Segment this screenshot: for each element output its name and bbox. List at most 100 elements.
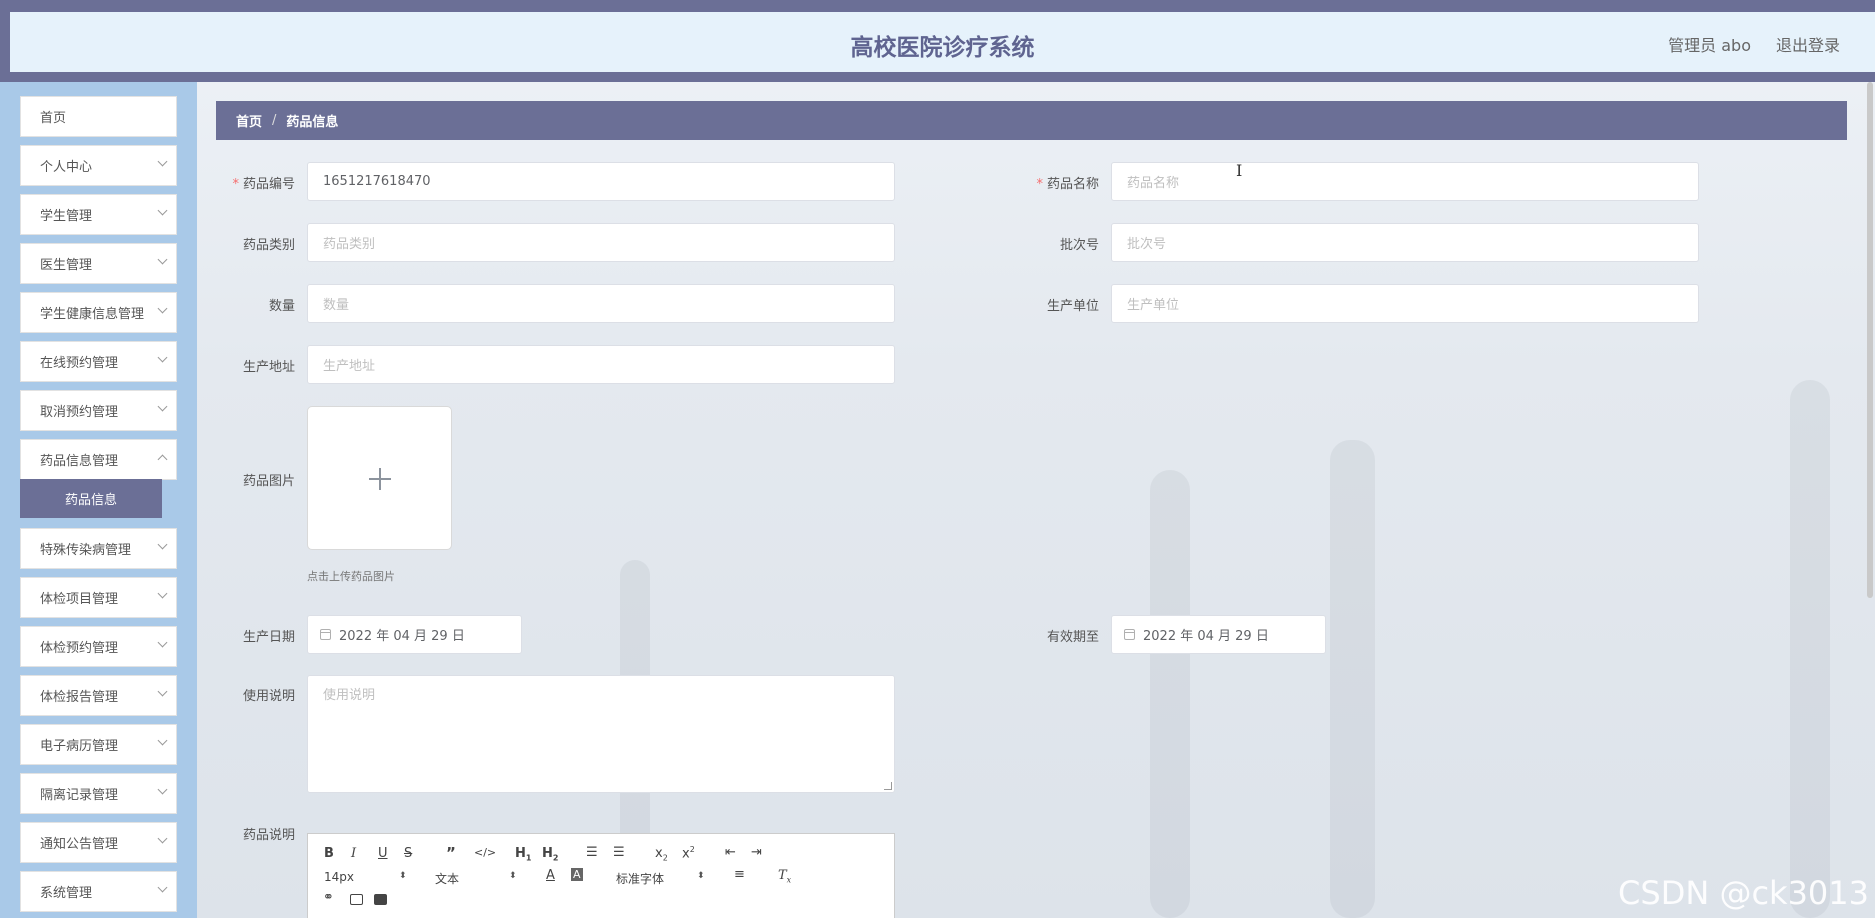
sidebar-item-personal-center[interactable]: 个人中心 [20,145,177,186]
strikethrough-icon[interactable]: S [404,846,412,861]
underline-icon[interactable]: U [378,846,388,861]
expiry-date-picker[interactable]: 2022 年 04 月 29 日 [1111,615,1326,654]
plus-icon [379,468,381,490]
bold-icon[interactable]: B [324,846,334,861]
chevron-down-icon [157,686,168,697]
sidebar-item-label: 体检报告管理 [40,690,119,705]
batch-number-input[interactable]: 批次号 [1111,223,1699,262]
required-mark: * [1036,177,1043,192]
background-color-icon[interactable]: A [571,868,583,881]
drug-category-input[interactable]: 药品类别 [307,223,895,262]
sidebar-item-label: 取消预约管理 [40,405,119,420]
superscript-icon[interactable]: x2 [682,845,695,861]
drug-code-input[interactable]: 1651217618470 [307,162,895,201]
calendar-icon [1124,629,1135,640]
admin-label: 管理员 abo [1668,36,1751,55]
breadcrumb-current: 药品信息 [286,115,339,130]
breadcrumb-home[interactable]: 首页 [236,111,262,130]
indent-icon[interactable]: ⇥ [751,845,762,860]
logout-link[interactable]: 退出登录 [1776,32,1840,56]
calendar-icon [320,629,331,640]
font-family-select[interactable]: 标准字体 [616,870,664,887]
address-input[interactable]: 生产地址 [307,345,895,384]
sidebar-item-label: 学生健康信息管理 [40,307,145,322]
chevron-down-icon [157,205,168,216]
clear-format-icon[interactable]: Tx [778,868,791,885]
sidebar-item-isolation[interactable]: 隔离记录管理 [20,773,177,814]
chevron-down-icon [157,303,168,314]
sidebar-item-label: 隔离记录管理 [40,788,119,803]
sidebar-item-exam-items[interactable]: 体检项目管理 [20,577,177,618]
background-pole [1150,470,1190,918]
ordered-list-icon[interactable]: ☰ [586,845,598,860]
sidebar-item-medical-records[interactable]: 电子病历管理 [20,724,177,765]
upload-tip: 点击上传药品图片 [307,570,395,583]
usage-textarea[interactable]: 使用说明 [307,675,895,793]
sidebar-item-label: 首页 [40,111,67,126]
sidebar-item-label: 体检项目管理 [40,592,119,607]
sidebar-item-label: 电子病历管理 [40,739,119,754]
select-arrow-icon: ⬍ [697,871,705,881]
background-pole [1790,380,1830,918]
sidebar-item-system[interactable]: 系统管理 [20,871,177,912]
sidebar-item-cancel-booking[interactable]: 取消预约管理 [20,390,177,431]
text-cursor-icon: I [1236,161,1243,180]
sidebar-item-infectious-disease[interactable]: 特殊传染病管理 [20,528,177,569]
subscript-icon[interactable]: x2 [655,846,668,863]
sidebar-item-student-health[interactable]: 学生健康信息管理 [20,292,177,333]
drug-name-label-text: 药品名称 [1046,177,1099,192]
sidebar-item-drug-info[interactable]: 药品信息管理 [20,439,177,480]
video-icon[interactable] [374,894,387,905]
quantity-input[interactable]: 数量 [307,284,895,323]
select-arrow-icon: ⬍ [509,871,517,881]
sidebar-item-doctors[interactable]: 医生管理 [20,243,177,284]
code-block-icon[interactable]: </> [474,846,496,859]
resize-handle-icon[interactable] [884,782,892,790]
sidebar-item-online-booking[interactable]: 在线预约管理 [20,341,177,382]
sidebar: 首页 个人中心 学生管理 医生管理 学生健康信息管理 在线预约管理 取消预约管理… [0,82,197,918]
select-arrow-icon: ⬍ [399,871,407,881]
drug-code-label-text: 药品编号 [242,177,295,192]
breadcrumb-separator: / [272,113,277,128]
block-format-select[interactable]: 文本 [435,870,459,887]
page-scrollbar[interactable] [1867,82,1873,598]
font-size-select[interactable]: 14px [324,870,354,884]
sidebar-item-home[interactable]: 首页 [20,96,177,137]
font-color-icon[interactable]: A [546,868,555,883]
sidebar-item-label: 体检预约管理 [40,641,119,656]
sidebar-item-exam-report[interactable]: 体检报告管理 [20,675,177,716]
drug-code-label: * 药品编号 [175,173,295,192]
heading-1-icon[interactable]: H1 [515,846,531,863]
drug-image-label: 药品图片 [242,474,295,489]
chevron-down-icon [157,637,168,648]
chevron-down-icon [157,539,168,550]
image-icon[interactable] [350,894,363,905]
sidebar-item-students[interactable]: 学生管理 [20,194,177,235]
link-icon[interactable]: ⚭ [323,890,334,905]
address-label: 生产地址 [242,360,295,375]
bullet-list-icon[interactable]: ☰ [613,845,625,860]
background-pole [1330,440,1375,918]
blockquote-icon[interactable]: ” [446,844,456,862]
production-date-picker[interactable]: 2022 年 04 月 29 日 [307,615,522,654]
batch-number-label: 批次号 [1059,238,1099,253]
chevron-down-icon [157,588,168,599]
manufacturer-label: 生产单位 [1046,299,1099,314]
image-upload-button[interactable] [307,406,452,550]
sidebar-item-label: 通知公告管理 [40,837,119,852]
italic-icon[interactable]: I [351,846,356,861]
production-date-value: 2022 年 04 月 29 日 [339,629,465,644]
description-label: 药品说明 [242,828,295,843]
align-icon[interactable]: ≡ [734,867,745,882]
sidebar-item-exam-booking[interactable]: 体检预约管理 [20,626,177,667]
manufacturer-input[interactable]: 生产单位 [1111,284,1699,323]
usage-label: 使用说明 [242,689,295,704]
system-title: 高校医院诊疗系统 [850,35,1035,61]
sidebar-item-notices[interactable]: 通知公告管理 [20,822,177,863]
top-header: 高校医院诊疗系统 管理员 abo 退出登录 [0,0,1875,82]
heading-2-icon[interactable]: H2 [542,846,558,863]
outdent-icon[interactable]: ⇤ [725,845,736,860]
drug-name-input[interactable]: 药品名称 [1111,162,1699,201]
sidebar-item-label: 药品信息管理 [40,454,119,469]
sidebar-subitem-drug-info[interactable]: 药品信息 [20,479,162,518]
